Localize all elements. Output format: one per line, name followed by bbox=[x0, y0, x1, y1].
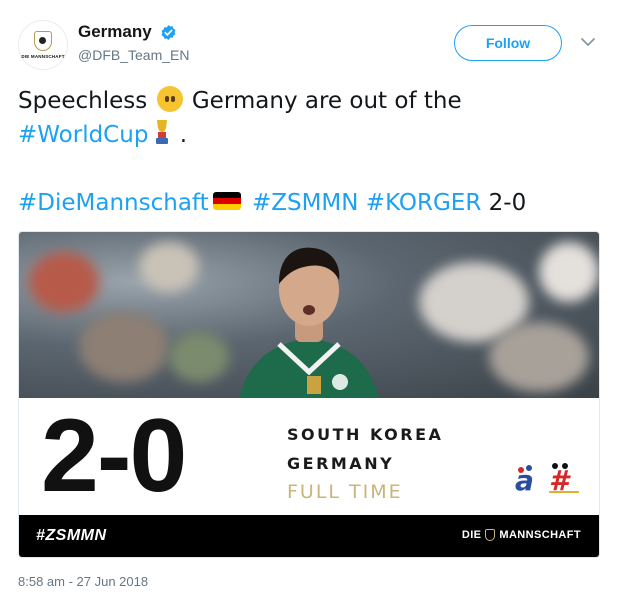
display-name[interactable]: Germany bbox=[78, 22, 152, 42]
footer-hashtag: #ZSMMN bbox=[36, 527, 107, 544]
dfb-crest-icon bbox=[34, 31, 52, 51]
neutral-face-icon bbox=[156, 86, 183, 112]
tweet-text: Speechless Germany are out of the #World… bbox=[18, 84, 608, 220]
tweet-line-1: Speechless Germany are out of the bbox=[18, 84, 608, 118]
media-card[interactable]: 2-0 SOUTH KOREA GERMANY FULL TIME a # #Z… bbox=[18, 231, 600, 558]
hashtag-worldcup[interactable]: #WorldCup bbox=[18, 122, 148, 148]
world-cup-trophy-icon bbox=[156, 120, 169, 144]
media-footer: #ZSMMN DIE MANNSCHAFT bbox=[19, 515, 599, 557]
brand-crest-icon bbox=[485, 529, 496, 541]
score-panel: 2-0 SOUTH KOREA GERMANY FULL TIME a # bbox=[19, 398, 599, 515]
tweet-word: Germany are out of the bbox=[191, 88, 462, 114]
team-germany: GERMANY bbox=[287, 454, 395, 473]
tweet-word: 2-0 bbox=[488, 190, 527, 216]
tweet-timestamp[interactable]: 8:58 am - 27 Jun 2018 bbox=[18, 574, 148, 589]
world-cup-2018-logo-icon: a # bbox=[515, 463, 579, 497]
footer-brand: DIE MANNSCHAFT bbox=[462, 529, 581, 541]
avatar-caption: DIE MANNSCHAFT bbox=[21, 54, 65, 59]
match-status: FULL TIME bbox=[287, 481, 403, 503]
brand-word-mannschaft: MANNSCHAFT bbox=[499, 529, 581, 541]
final-score: 2-0 bbox=[41, 398, 187, 514]
tweet-header: DIE MANNSCHAFT Germany @DFB_Team_EN Foll… bbox=[18, 14, 608, 78]
germany-flag-icon bbox=[212, 192, 241, 210]
tweet-word: . bbox=[179, 122, 188, 148]
verified-badge-icon bbox=[161, 24, 176, 40]
tweet-line-2: #WorldCup . bbox=[18, 118, 608, 152]
hashtag-zsmmn[interactable]: #ZSMMN bbox=[252, 190, 359, 216]
brand-word-die: DIE bbox=[461, 529, 482, 541]
author-block: Germany @DFB_Team_EN bbox=[78, 22, 189, 63]
team-south-korea: SOUTH KOREA bbox=[287, 425, 444, 444]
player-figure bbox=[239, 247, 379, 398]
tweet-word: Speechless bbox=[18, 88, 148, 114]
teams-block: SOUTH KOREA GERMANY FULL TIME bbox=[287, 420, 443, 507]
hashtag-korger[interactable]: #KORGER bbox=[366, 190, 482, 216]
match-photo[interactable] bbox=[19, 232, 599, 398]
chevron-down-icon[interactable] bbox=[578, 32, 598, 52]
avatar[interactable]: DIE MANNSCHAFT bbox=[18, 20, 68, 70]
follow-button[interactable]: Follow bbox=[454, 25, 562, 61]
tweet-line-3: #DieMannschaft #ZSMMN #KORGER 2-0 bbox=[18, 186, 608, 220]
user-handle[interactable]: @DFB_Team_EN bbox=[78, 47, 189, 63]
hashtag-diemannschaft[interactable]: #DieMannschaft bbox=[18, 190, 209, 216]
